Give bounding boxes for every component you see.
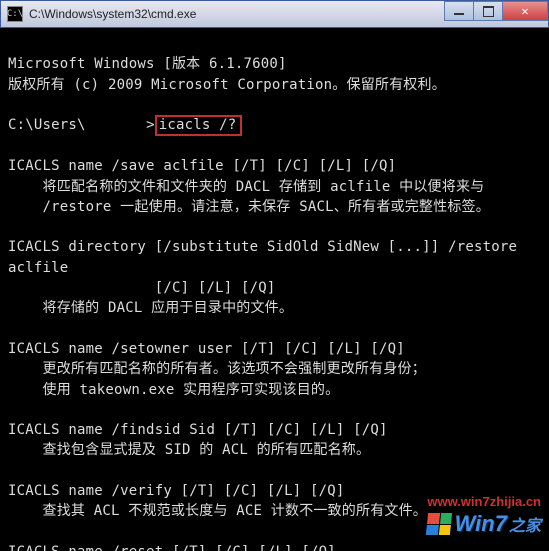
close-button[interactable] <box>502 1 548 21</box>
version-line: Microsoft Windows [版本 6.1.7600] <box>8 56 287 72</box>
usage-findsid: ICACLS name /findsid Sid [/T] [/C] [/L] … <box>8 422 388 438</box>
cmd-icon: C:\ <box>7 6 23 22</box>
usage-setowner: ICACLS name /setowner user [/T] [/C] [/L… <box>8 341 405 357</box>
copyright-line: 版权所有 (c) 2009 Microsoft Corporation。保留所有… <box>8 77 446 93</box>
desc-save-2: /restore 一起使用。请注意，未保存 SACL、所有者或完整性标签。 <box>8 199 490 215</box>
desc-restore: 将存储的 DACL 应用于目录中的文件。 <box>8 300 293 316</box>
prompt-suffix: > <box>146 117 155 133</box>
usage-verify: ICACLS name /verify [/T] [/C] [/L] [/Q] <box>8 483 345 499</box>
window-title: C:\Windows\system32\cmd.exe <box>29 7 196 21</box>
desc-verify: 查找其 ACL 不规范或长度与 ACE 计数不一致的所有文件。 <box>8 503 427 519</box>
command-highlight: icacls /? <box>155 115 243 136</box>
usage-restore-2: [/C] [/L] [/Q] <box>8 280 276 296</box>
desc-setowner-1: 更改所有匹配名称的所有者。该选项不会强制更改所有身份； <box>8 361 426 377</box>
usage-save: ICACLS name /save aclfile [/T] [/C] [/L]… <box>8 158 396 174</box>
prompt-path: C:\Users\ <box>8 117 86 133</box>
desc-save-1: 将匹配名称的文件和文件夹的 DACL 存储到 aclfile 中以便将来与 <box>8 179 484 195</box>
usage-restore: ICACLS directory [/substitute SidOld Sid… <box>8 239 526 275</box>
minimize-button[interactable] <box>444 1 474 21</box>
desc-setowner-2: 使用 takeown.exe 实用程序可实现该目的。 <box>8 382 339 398</box>
desc-findsid: 查找包含显式提及 SID 的 ACL 的所有匹配名称。 <box>8 442 370 458</box>
usage-reset: ICACLS name /reset [/T] [/C] [/L] [/Q] <box>8 544 336 551</box>
terminal-output[interactable]: Microsoft Windows [版本 6.1.7600] 版权所有 (c)… <box>0 28 549 551</box>
prompt-user-redacted <box>86 117 146 133</box>
window-titlebar: C:\ C:\Windows\system32\cmd.exe <box>0 0 549 28</box>
maximize-button[interactable] <box>473 1 503 21</box>
window-controls <box>445 1 548 21</box>
